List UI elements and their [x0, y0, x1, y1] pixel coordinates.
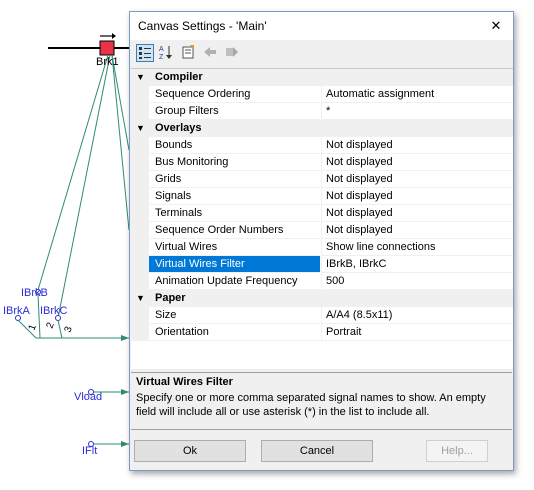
- signal-label-vload: Vload: [74, 391, 103, 403]
- wire-arrows: [121, 335, 129, 447]
- property-name: Animation Update Frequency: [149, 273, 320, 290]
- signal-label-ibrkb: IBrkB: [21, 287, 48, 299]
- property-row-terminals[interactable]: Terminals Not displayed: [131, 205, 513, 222]
- description-panel: Virtual Wires Filter Specify one or more…: [131, 372, 512, 430]
- property-row-group-filters[interactable]: Group Filters *: [131, 103, 513, 120]
- close-icon[interactable]: ✕: [479, 12, 513, 40]
- property-name: Sequence Order Numbers: [149, 222, 320, 239]
- svg-text:Z: Z: [159, 54, 164, 60]
- description-text: Specify one or more comma separated sign…: [136, 392, 486, 418]
- property-name: Grids: [149, 171, 320, 188]
- property-value[interactable]: Not displayed: [321, 222, 513, 239]
- property-name: Terminals: [149, 205, 320, 222]
- property-value[interactable]: Show line connections: [321, 239, 513, 256]
- property-name: Signals: [149, 188, 320, 205]
- property-row-sequence-ordering[interactable]: Sequence Ordering Automatic assignment: [131, 86, 513, 103]
- breaker-arrow-head: [112, 33, 116, 39]
- signal-label-iflt: IFlt: [82, 445, 98, 457]
- collapse-icon[interactable]: ▼: [136, 293, 146, 303]
- ok-button[interactable]: Ok: [134, 440, 246, 462]
- virtual-wires: [37, 54, 130, 319]
- property-grid: ▼ Compiler Sequence Ordering Automatic a…: [131, 68, 513, 370]
- property-row-bus-monitoring[interactable]: Bus Monitoring Not displayed: [131, 154, 513, 171]
- property-value[interactable]: Not displayed: [321, 171, 513, 188]
- category-label: Overlays: [155, 122, 202, 134]
- property-value[interactable]: Not displayed: [321, 154, 513, 171]
- category-label: Paper: [155, 292, 186, 304]
- property-name: Group Filters: [149, 103, 320, 120]
- property-name: Virtual Wires Filter: [149, 256, 320, 273]
- back-icon[interactable]: [202, 44, 220, 62]
- category-compiler[interactable]: ▼ Compiler: [131, 69, 513, 86]
- property-toolbar: AZ: [130, 40, 513, 66]
- property-name: Size: [149, 307, 320, 324]
- description-title: Virtual Wires Filter: [136, 376, 233, 388]
- property-name: Orientation: [149, 324, 320, 341]
- dialog-title: Canvas Settings - 'Main': [138, 19, 267, 33]
- category-overlays[interactable]: ▼ Overlays: [131, 120, 513, 137]
- property-row-sequence-order-numbers[interactable]: Sequence Order Numbers Not displayed: [131, 222, 513, 239]
- property-name: Sequence Ordering: [149, 86, 320, 103]
- canvas-settings-dialog: Canvas Settings - 'Main' ✕ AZ ▼ Compiler…: [129, 11, 514, 471]
- breaker-symbol[interactable]: [99, 40, 115, 56]
- property-value[interactable]: Not displayed: [321, 205, 513, 222]
- property-row-animation-update-frequency[interactable]: Animation Update Frequency 500: [131, 273, 513, 290]
- forward-icon[interactable]: [224, 44, 242, 62]
- property-row-signals[interactable]: Signals Not displayed: [131, 188, 513, 205]
- property-row-virtual-wires-filter[interactable]: Virtual Wires Filter IBrkB, IBrkC: [131, 256, 513, 273]
- property-pages-icon[interactable]: [180, 44, 198, 62]
- collapse-icon[interactable]: ▼: [136, 123, 146, 133]
- category-label: Compiler: [155, 71, 203, 83]
- collapse-icon[interactable]: ▼: [136, 72, 146, 82]
- property-value[interactable]: 500: [321, 273, 513, 290]
- signal-label-ibrka: IBrkA: [3, 305, 30, 317]
- property-value[interactable]: Portrait: [321, 324, 513, 341]
- property-row-virtual-wires[interactable]: Virtual Wires Show line connections: [131, 239, 513, 256]
- breaker-label: Brk1: [96, 56, 119, 68]
- property-name: Bus Monitoring: [149, 154, 320, 171]
- help-button: Help...: [426, 440, 488, 462]
- property-value[interactable]: Not displayed: [321, 137, 513, 154]
- property-value[interactable]: IBrkB, IBrkC: [321, 256, 513, 273]
- category-paper[interactable]: ▼ Paper: [131, 290, 513, 307]
- property-value[interactable]: *: [321, 103, 513, 120]
- property-value[interactable]: Automatic assignment: [321, 86, 513, 103]
- property-name: Bounds: [149, 137, 320, 154]
- property-row-grids[interactable]: Grids Not displayed: [131, 171, 513, 188]
- property-row-size[interactable]: Size A/A4 (8.5x11): [131, 307, 513, 324]
- cancel-button[interactable]: Cancel: [261, 440, 373, 462]
- signal-wires: [17, 293, 129, 445]
- svg-text:A: A: [159, 46, 164, 53]
- property-row-bounds[interactable]: Bounds Not displayed: [131, 137, 513, 154]
- categorized-icon[interactable]: [136, 44, 154, 62]
- property-row-orientation[interactable]: Orientation Portrait: [131, 324, 513, 341]
- signal-label-ibrkc: IBrkC: [40, 305, 68, 317]
- sort-alphabetical-icon[interactable]: AZ: [158, 44, 176, 62]
- property-value[interactable]: A/A4 (8.5x11): [321, 307, 513, 324]
- dialog-titlebar[interactable]: Canvas Settings - 'Main' ✕: [130, 12, 513, 40]
- property-name: Virtual Wires: [149, 239, 320, 256]
- property-value[interactable]: Not displayed: [321, 188, 513, 205]
